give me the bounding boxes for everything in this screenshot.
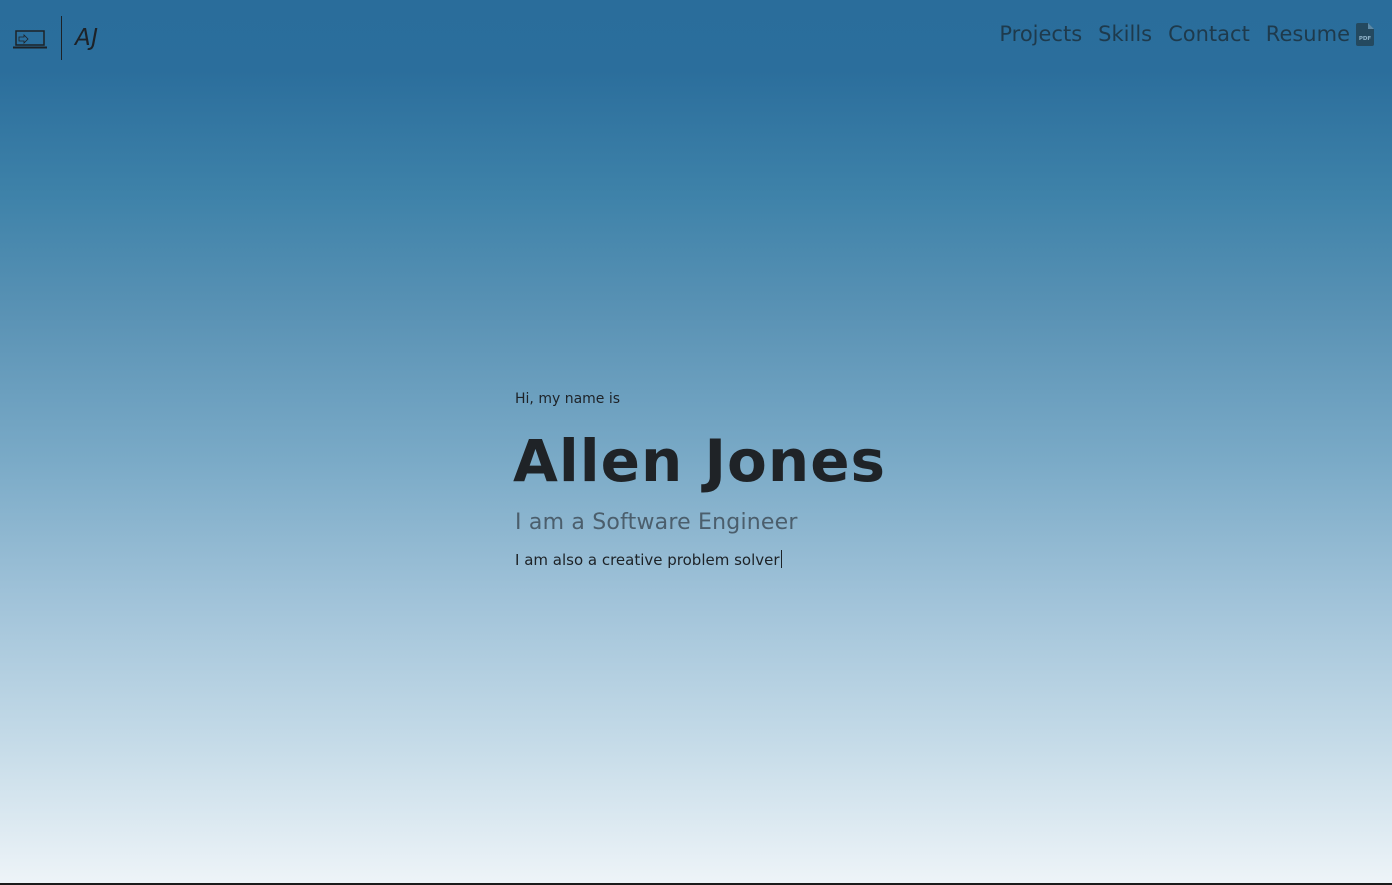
brand-initials[interactable]: AJ xyxy=(75,25,99,51)
hero-tagline-text: I am also a creative problem solver xyxy=(515,551,780,569)
nav-link-projects[interactable]: Projects xyxy=(999,22,1082,46)
hero-tagline: I am also a creative problem solver xyxy=(515,550,782,569)
nav-link-contact[interactable]: Contact xyxy=(1168,22,1250,46)
nav-link-resume[interactable]: Resume PDF xyxy=(1266,22,1374,46)
nav-links: Projects Skills Contact Resume PDF xyxy=(999,22,1374,46)
hero-section: Hi, my name is Allen Jones I am a Softwa… xyxy=(513,388,1115,569)
typing-cursor xyxy=(780,550,782,568)
brand[interactable]: AJ xyxy=(12,16,99,60)
brand-divider xyxy=(61,16,62,60)
hero-name: Allen Jones xyxy=(513,427,887,495)
navbar: AJ Projects Skills Contact Resume PDF xyxy=(0,0,1392,76)
laptop-icon xyxy=(13,30,47,49)
hero-greeting: Hi, my name is xyxy=(515,391,621,407)
svg-text:PDF: PDF xyxy=(1359,36,1372,42)
nav-link-skills[interactable]: Skills xyxy=(1098,22,1152,46)
resume-label: Resume xyxy=(1265,22,1350,46)
hero-role: I am a Software Engineer xyxy=(515,510,798,535)
pdf-file-icon: PDF xyxy=(1356,22,1374,46)
